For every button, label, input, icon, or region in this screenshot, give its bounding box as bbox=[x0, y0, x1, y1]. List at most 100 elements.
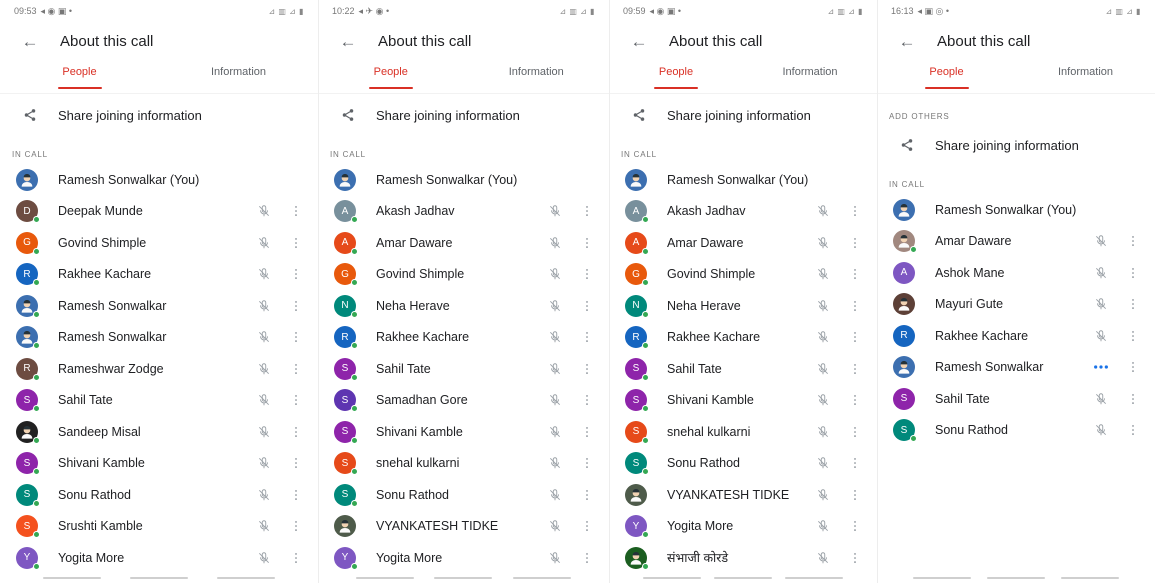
mic-off-icon[interactable] bbox=[815, 455, 831, 471]
participant-row[interactable]: G Govind Shimple bbox=[609, 259, 877, 291]
participant-row[interactable]: A Akash Jadhav bbox=[318, 196, 609, 228]
back-arrow-icon[interactable]: ← bbox=[627, 33, 651, 50]
more-options-icon[interactable] bbox=[288, 235, 304, 251]
more-options-icon[interactable] bbox=[847, 329, 863, 345]
mic-off-icon[interactable] bbox=[547, 361, 563, 377]
participant-row[interactable]: G Govind Shimple bbox=[318, 259, 609, 291]
more-options-icon[interactable] bbox=[288, 424, 304, 440]
participant-row[interactable]: Sandeep Misal bbox=[0, 416, 318, 448]
participant-row[interactable]: S Srushti Kamble bbox=[0, 511, 318, 543]
mic-off-icon[interactable] bbox=[256, 518, 272, 534]
more-options-icon[interactable] bbox=[288, 298, 304, 314]
mic-off-icon[interactable] bbox=[815, 392, 831, 408]
mic-off-icon[interactable] bbox=[256, 361, 272, 377]
participant-row[interactable]: A Ashok Mane bbox=[877, 257, 1155, 289]
mic-off-icon[interactable] bbox=[815, 424, 831, 440]
mic-off-icon[interactable] bbox=[547, 329, 563, 345]
tab-information[interactable]: Information bbox=[464, 60, 610, 93]
mic-off-icon[interactable] bbox=[256, 455, 272, 471]
participant-row[interactable]: S Samadhan Gore bbox=[318, 385, 609, 417]
more-options-icon[interactable] bbox=[847, 266, 863, 282]
participant-row[interactable]: S Sahil Tate bbox=[877, 383, 1155, 415]
share-joining-info-button[interactable]: Share joining information bbox=[318, 102, 609, 128]
tab-information[interactable]: Information bbox=[159, 60, 318, 93]
more-options-icon[interactable] bbox=[1125, 265, 1141, 281]
mic-off-icon[interactable] bbox=[256, 298, 272, 314]
mic-off-icon[interactable] bbox=[547, 298, 563, 314]
participant-row[interactable]: Ssnehal kulkarni bbox=[609, 416, 877, 448]
more-options-icon[interactable] bbox=[288, 550, 304, 566]
more-options-icon[interactable] bbox=[288, 487, 304, 503]
participant-row[interactable]: A Amar Daware bbox=[609, 227, 877, 259]
back-arrow-icon[interactable]: ← bbox=[895, 33, 919, 50]
nav-handle[interactable] bbox=[987, 577, 1045, 579]
more-options-icon[interactable] bbox=[288, 203, 304, 219]
tab-people[interactable]: People bbox=[609, 60, 743, 93]
nav-handle[interactable] bbox=[713, 577, 772, 579]
mic-off-icon[interactable] bbox=[547, 235, 563, 251]
mic-off-icon[interactable] bbox=[1093, 265, 1109, 281]
mic-off-icon[interactable] bbox=[1093, 391, 1109, 407]
more-options-icon[interactable] bbox=[847, 235, 863, 251]
participant-row[interactable]: Y Yogita More bbox=[609, 511, 877, 543]
participant-row[interactable]: Ssnehal kulkarni bbox=[318, 448, 609, 480]
more-options-icon[interactable] bbox=[579, 361, 595, 377]
nav-handle[interactable] bbox=[434, 577, 493, 579]
mic-off-icon[interactable] bbox=[547, 392, 563, 408]
mic-off-icon[interactable] bbox=[815, 550, 831, 566]
more-options-icon[interactable] bbox=[579, 487, 595, 503]
participant-row[interactable]: R Rameshwar Zodge bbox=[0, 353, 318, 385]
more-options-icon[interactable] bbox=[579, 203, 595, 219]
mic-off-icon[interactable] bbox=[547, 487, 563, 503]
more-options-icon[interactable] bbox=[1125, 233, 1141, 249]
mic-off-icon[interactable] bbox=[256, 487, 272, 503]
mic-off-icon[interactable] bbox=[256, 235, 272, 251]
participant-row[interactable]: Ramesh Sonwalkar (You) bbox=[318, 164, 609, 196]
more-options-icon[interactable] bbox=[579, 298, 595, 314]
participant-row[interactable]: G Govind Shimple bbox=[0, 227, 318, 259]
mic-off-icon[interactable] bbox=[256, 392, 272, 408]
tab-information[interactable]: Information bbox=[743, 60, 877, 93]
more-options-icon[interactable] bbox=[847, 298, 863, 314]
participant-row[interactable]: S Sahil Tate bbox=[609, 353, 877, 385]
participant-row[interactable]: Y Yogita More bbox=[0, 542, 318, 574]
participant-row[interactable]: VYANKATESH TIDKE bbox=[609, 479, 877, 511]
share-joining-info-button[interactable]: Share joining information bbox=[877, 132, 1155, 158]
mic-off-icon[interactable] bbox=[815, 487, 831, 503]
participant-row[interactable]: Y Yogita More bbox=[318, 542, 609, 574]
mic-off-icon[interactable] bbox=[547, 424, 563, 440]
nav-handle[interactable] bbox=[784, 577, 843, 579]
nav-handle[interactable] bbox=[42, 577, 101, 579]
nav-handle[interactable] bbox=[512, 577, 571, 579]
nav-handle[interactable] bbox=[129, 577, 188, 579]
more-options-icon[interactable] bbox=[288, 329, 304, 345]
back-arrow-icon[interactable]: ← bbox=[18, 33, 42, 50]
nav-handle[interactable] bbox=[356, 577, 415, 579]
participant-row[interactable]: S Shivani Kamble bbox=[0, 448, 318, 480]
participant-row[interactable]: A Akash Jadhav bbox=[609, 196, 877, 228]
more-options-icon[interactable] bbox=[847, 203, 863, 219]
more-options-icon[interactable] bbox=[579, 455, 595, 471]
more-options-icon[interactable] bbox=[1125, 328, 1141, 344]
mic-off-icon[interactable] bbox=[1093, 328, 1109, 344]
tab-people[interactable]: People bbox=[0, 60, 159, 93]
more-options-icon[interactable] bbox=[1125, 359, 1141, 375]
mic-off-icon[interactable] bbox=[256, 550, 272, 566]
participant-row[interactable]: S Sahil Tate bbox=[318, 353, 609, 385]
participant-row[interactable]: S Sonu Rathod bbox=[877, 415, 1155, 447]
participant-row[interactable]: S Shivani Kamble bbox=[318, 416, 609, 448]
mic-off-icon[interactable] bbox=[1093, 296, 1109, 312]
more-options-icon[interactable] bbox=[579, 329, 595, 345]
participant-row[interactable]: A Amar Daware bbox=[318, 227, 609, 259]
participant-row[interactable]: VYANKATESH TIDKE bbox=[318, 511, 609, 543]
nav-handle[interactable] bbox=[913, 577, 971, 579]
participant-row[interactable]: D Deepak Munde bbox=[0, 196, 318, 228]
more-options-icon[interactable] bbox=[288, 392, 304, 408]
mic-off-icon[interactable] bbox=[815, 298, 831, 314]
more-options-icon[interactable] bbox=[579, 392, 595, 408]
more-options-icon[interactable] bbox=[1125, 296, 1141, 312]
mic-off-icon[interactable] bbox=[1093, 233, 1109, 249]
back-arrow-icon[interactable]: ← bbox=[336, 33, 360, 50]
more-options-icon[interactable] bbox=[847, 455, 863, 471]
participant-row[interactable]: Ramesh Sonwalkar bbox=[0, 290, 318, 322]
